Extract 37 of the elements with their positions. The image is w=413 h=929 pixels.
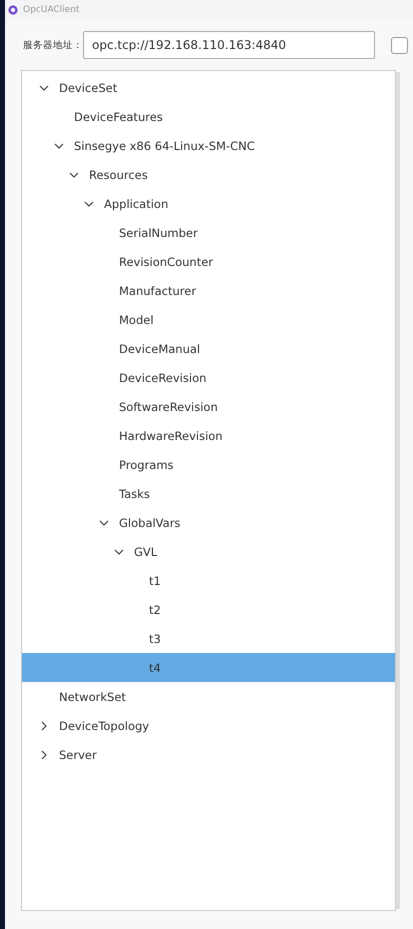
tree-item[interactable]: GVL	[22, 537, 395, 566]
tree-item[interactable]: Sinsegye x86 64-Linux-SM-CNC	[22, 131, 395, 160]
tree-item[interactable]: Server	[22, 740, 395, 769]
tree-item[interactable]: RevisionCounter	[22, 247, 395, 276]
chevron-down-icon[interactable]	[54, 140, 64, 150]
server-address-field[interactable]: opc.tcp://192.168.110.163:4840	[83, 31, 375, 59]
tree-item[interactable]: Application	[22, 189, 395, 218]
chevron-right-icon[interactable]	[39, 720, 49, 730]
chevron-down-icon[interactable]	[114, 546, 124, 556]
app-logo-icon	[8, 5, 18, 15]
server-address-label: 服务器地址：	[23, 38, 83, 52]
window-title: OpcUAClient	[23, 5, 80, 15]
tree-item[interactable]: t2	[22, 595, 395, 624]
tree-item[interactable]: t4	[22, 653, 395, 682]
tree-item[interactable]: DeviceTopology	[22, 711, 395, 740]
tree-item[interactable]: NetworkSet	[22, 682, 395, 711]
chevron-down-icon[interactable]	[84, 198, 94, 208]
tree-item[interactable]: DeviceManual	[22, 334, 395, 363]
tree-item[interactable]: HardwareRevision	[22, 421, 395, 450]
tree-item[interactable]: Resources	[22, 160, 395, 189]
chevron-down-icon[interactable]	[39, 82, 49, 92]
tree-item[interactable]: t1	[22, 566, 395, 595]
tree-item[interactable]: t3	[22, 624, 395, 653]
chevron-down-icon[interactable]	[69, 170, 79, 180]
tree-item[interactable]: Programs	[22, 450, 395, 479]
tree-item[interactable]: DeviceRevision	[22, 363, 395, 392]
tree-item[interactable]: SerialNumber	[22, 218, 395, 247]
chevron-right-icon[interactable]	[39, 750, 49, 760]
tree-item[interactable]: SoftwareRevision	[22, 392, 395, 421]
chevron-down-icon[interactable]	[99, 518, 109, 528]
tree-item[interactable]: DeviceSet	[22, 73, 395, 102]
tree-item[interactable]: DeviceFeatures	[22, 102, 395, 131]
tree-item[interactable]: Model	[22, 305, 395, 334]
checkbox[interactable]	[391, 36, 408, 54]
tree-item[interactable]: Tasks	[22, 479, 395, 508]
tree-item[interactable]: Manufacturer	[22, 276, 395, 305]
tree-item[interactable]: GlobalVars	[22, 508, 395, 537]
